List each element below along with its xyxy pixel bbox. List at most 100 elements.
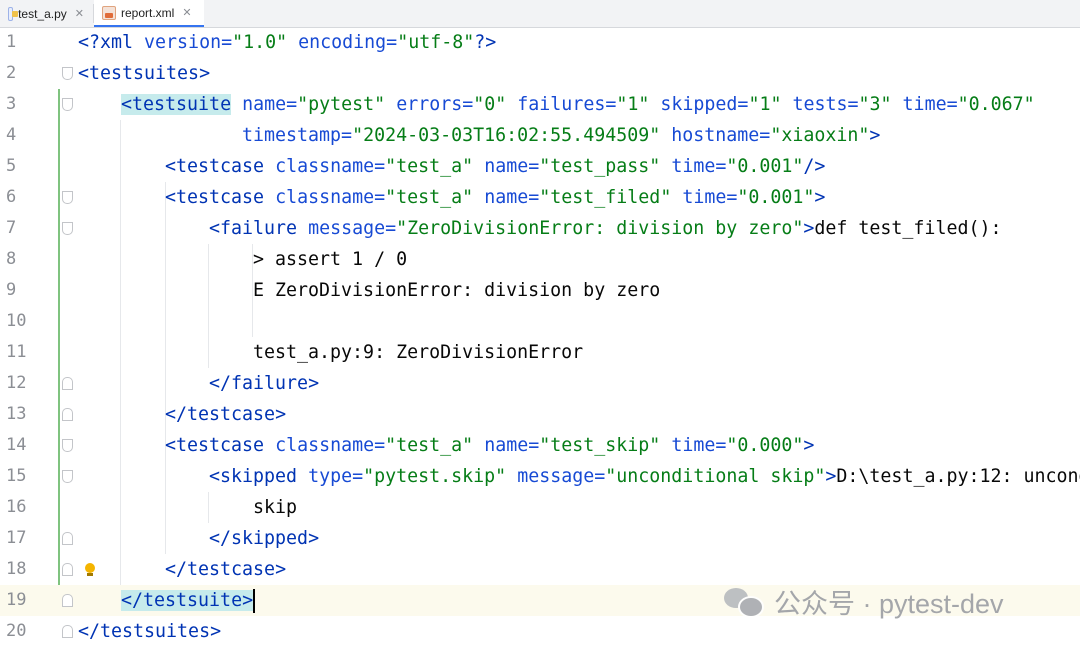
tag-end: > xyxy=(242,590,254,611)
attr-name: time= xyxy=(660,156,727,177)
code-text: <?xml version="1.0" encoding="utf-8"?> xyxy=(78,27,496,58)
code-line[interactable]: 17 </skipped> xyxy=(0,523,1080,554)
code-line[interactable]: 6 <testcase classname="test_a" name="tes… xyxy=(0,182,1080,213)
line-number: 5 xyxy=(6,156,17,176)
attr-name: classname= xyxy=(264,435,386,456)
fold-collapse-icon[interactable] xyxy=(62,67,73,80)
attr-value: "1.0" xyxy=(232,32,288,53)
attr-name: encoding= xyxy=(287,32,398,53)
line-number: 20 xyxy=(6,621,27,641)
code-line[interactable]: 14 <testcase classname="test_a" name="te… xyxy=(0,430,1080,461)
code-text: </skipped> xyxy=(209,523,319,554)
code-line[interactable]: 18 </testcase> xyxy=(0,554,1080,585)
code-line[interactable]: 20 </testsuites> xyxy=(0,616,1080,647)
tag-end: > xyxy=(869,125,881,146)
fold-collapse-icon[interactable] xyxy=(62,191,73,204)
tag-bracket: < xyxy=(121,94,133,115)
code-line[interactable]: 5 <testcase classname="test_a" name="tes… xyxy=(0,151,1080,182)
fold-collapse-icon[interactable] xyxy=(62,222,73,235)
tab-test-a-py[interactable]: test_a.py ✕ xyxy=(0,0,92,27)
attr-name: message= xyxy=(297,218,397,239)
attr-value: "0.067" xyxy=(957,94,1035,115)
attr-value: "1" xyxy=(748,94,782,115)
attr-value: "xiaoxin" xyxy=(770,125,870,146)
fold-collapse-icon[interactable] xyxy=(62,98,73,111)
attr-name: time= xyxy=(671,187,738,208)
tag-end: > xyxy=(803,218,815,239)
attr-value: "3" xyxy=(858,94,892,115)
tab-label: test_a.py xyxy=(18,6,67,21)
attr-value: "utf-8" xyxy=(397,32,475,53)
code-line[interactable]: 8 > assert 1 / 0 xyxy=(0,244,1080,275)
tag-end: > xyxy=(308,528,320,549)
tag-name: testsuite xyxy=(132,94,232,115)
code-text: </testcase> xyxy=(165,554,286,585)
fold-end-icon[interactable] xyxy=(62,377,73,390)
attr-value: "test_filed" xyxy=(539,187,672,208)
watermark: 公众号 · pytest-dev xyxy=(724,583,1004,619)
code-line[interactable]: 4 timestamp="2024-03-03T16:02:55.494509"… xyxy=(0,120,1080,151)
line-number: 18 xyxy=(6,559,27,579)
code-line[interactable]: 12 </failure> xyxy=(0,368,1080,399)
tag-end: > xyxy=(825,466,837,487)
tag-end: > xyxy=(803,435,815,456)
code-line[interactable]: 16 skip xyxy=(0,492,1080,523)
text-content: def test_filed(): xyxy=(814,218,1002,239)
code-line[interactable]: 7 <failure message="ZeroDivisionError: d… xyxy=(0,213,1080,244)
code-line[interactable]: 2 <testsuites> xyxy=(0,58,1080,89)
code-text: skip xyxy=(253,497,298,518)
line-number: 14 xyxy=(6,435,27,455)
attr-value: "test_a" xyxy=(385,187,474,208)
tag-name: </testcase xyxy=(165,559,276,580)
close-icon[interactable]: ✕ xyxy=(182,6,191,19)
code-line[interactable]: 10 xyxy=(0,306,1080,337)
fold-collapse-icon[interactable] xyxy=(62,439,73,452)
line-number: 2 xyxy=(6,63,17,83)
line-number: 12 xyxy=(6,373,27,393)
lightbulb-icon[interactable] xyxy=(84,563,96,577)
attr-value: "1" xyxy=(616,94,650,115)
line-number: 1 xyxy=(6,32,17,52)
tag-name: <testcase xyxy=(165,156,265,177)
tag-name: <skipped xyxy=(209,466,298,487)
attr-value: "test_a" xyxy=(385,156,474,177)
code-text: E ZeroDivisionError: division by zero xyxy=(253,280,661,301)
line-number: 9 xyxy=(6,280,17,300)
attr-name: version= xyxy=(133,32,233,53)
code-editor[interactable]: 1 <?xml version="1.0" encoding="utf-8"?>… xyxy=(0,27,1080,645)
attr-value: "0.001" xyxy=(737,187,815,208)
line-number: 17 xyxy=(6,528,27,548)
code-text: </testsuite> xyxy=(121,585,256,616)
tag-bracket: </ xyxy=(121,590,144,611)
attr-value: "test_pass" xyxy=(539,156,661,177)
line-number: 8 xyxy=(6,249,17,269)
tag-name: <testcase xyxy=(165,187,265,208)
fold-collapse-icon[interactable] xyxy=(62,470,73,483)
code-text: </testsuites> xyxy=(78,616,221,647)
tag-name: </testsuites xyxy=(78,621,211,642)
fold-end-icon[interactable] xyxy=(62,625,73,638)
fold-end-icon[interactable] xyxy=(62,563,73,576)
tag-end: > xyxy=(210,621,222,642)
attr-value: "ZeroDivisionError: division by zero" xyxy=(396,218,804,239)
code-line[interactable]: 3 <testsuite name="pytest" errors="0" fa… xyxy=(0,89,1080,120)
line-number: 4 xyxy=(6,125,17,145)
fold-end-icon[interactable] xyxy=(62,594,73,607)
text-content: D:\test_a.py:12: uncond xyxy=(836,466,1080,487)
code-line[interactable]: 13 </testcase> xyxy=(0,399,1080,430)
fold-end-icon[interactable] xyxy=(62,532,73,545)
line-number: 6 xyxy=(6,187,17,207)
code-line[interactable]: 15 <skipped type="pytest.skip" message="… xyxy=(0,461,1080,492)
attr-value: "test_skip" xyxy=(539,435,661,456)
attr-name: name= xyxy=(473,156,540,177)
tag-name: <testcase xyxy=(165,435,265,456)
tab-report-xml[interactable]: report.xml ✕ xyxy=(94,0,204,27)
tag-name: <testsuites xyxy=(78,63,200,84)
code-line[interactable]: 1 <?xml version="1.0" encoding="utf-8"?> xyxy=(0,27,1080,58)
code-line[interactable]: 11 test_a.py:9: ZeroDivisionError xyxy=(0,337,1080,368)
close-icon[interactable]: ✕ xyxy=(75,7,84,20)
code-line[interactable]: 9 E ZeroDivisionError: division by zero xyxy=(0,275,1080,306)
tag-end: > xyxy=(814,187,826,208)
attr-value: "unconditional skip" xyxy=(605,466,826,487)
fold-end-icon[interactable] xyxy=(62,408,73,421)
